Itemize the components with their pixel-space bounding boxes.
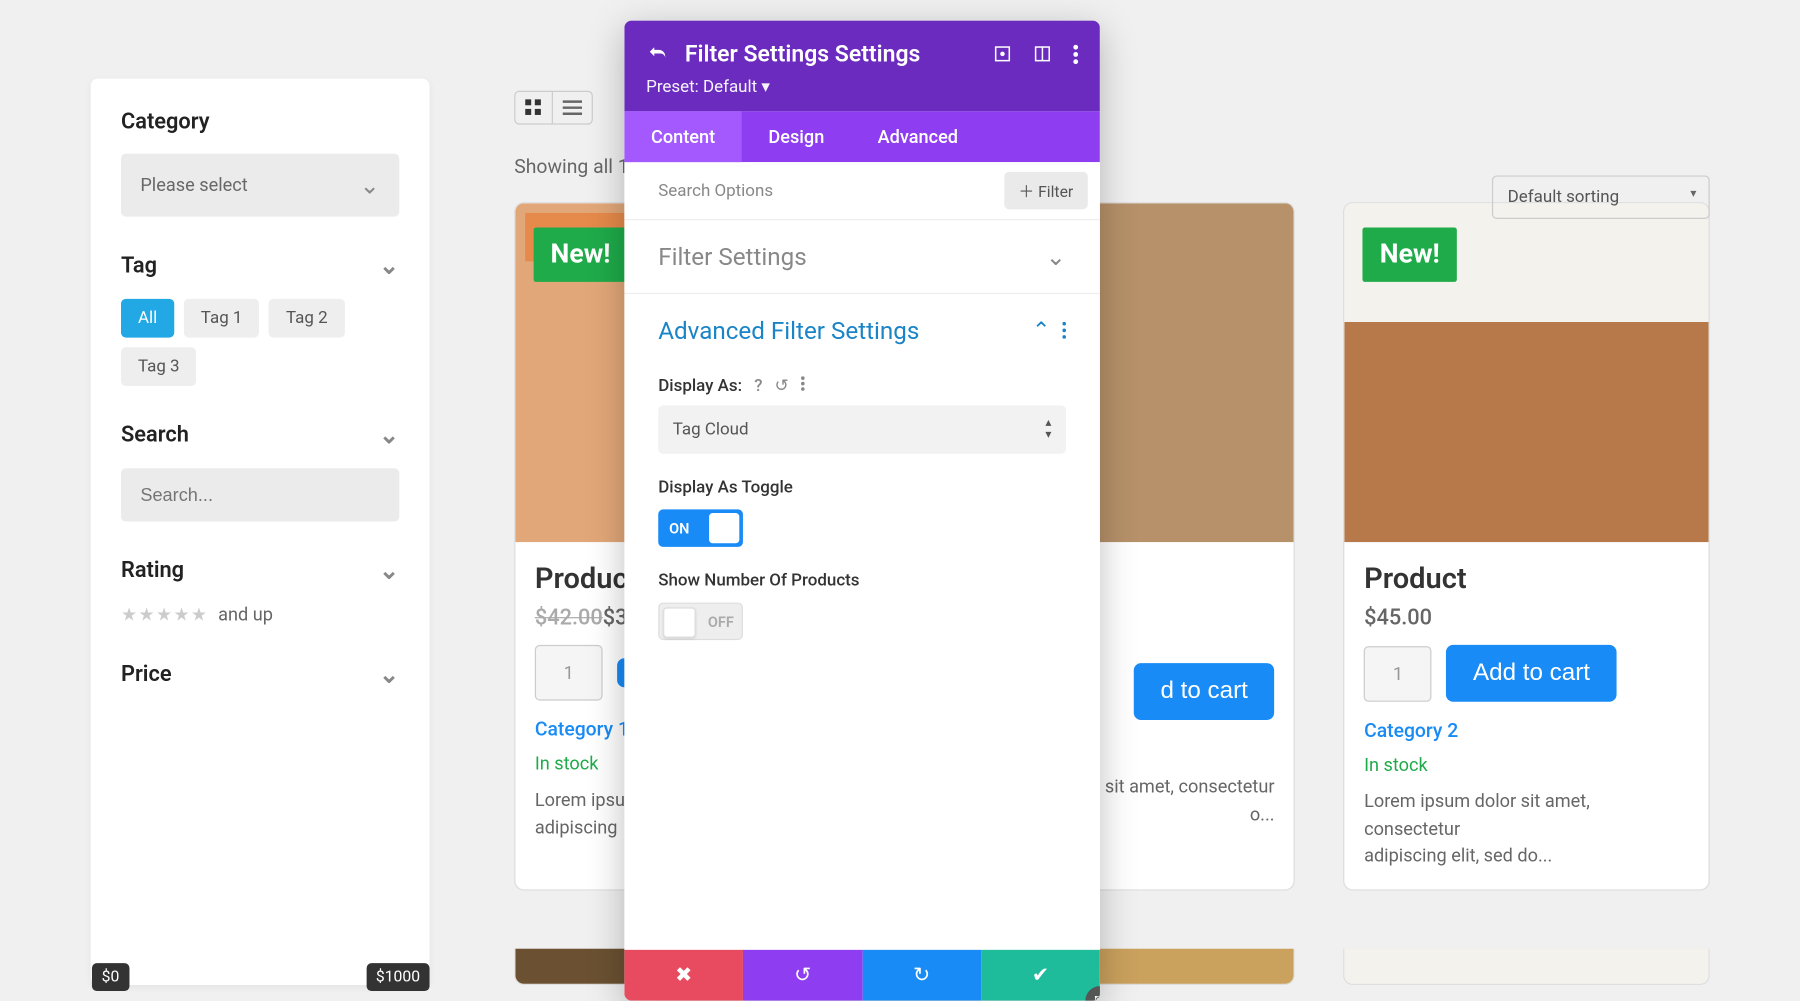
category-placeholder: Please select bbox=[140, 174, 247, 196]
list-icon bbox=[563, 99, 582, 116]
chevron-down-icon: ⌄ bbox=[379, 420, 399, 449]
price-slider[interactable]: $0 $1000 bbox=[92, 963, 430, 991]
more-icon[interactable] bbox=[1073, 44, 1078, 63]
tag-title: Tag bbox=[121, 252, 157, 277]
display-as-toggle[interactable]: ON bbox=[658, 509, 743, 547]
category-select[interactable]: Please select ⌄ bbox=[121, 154, 399, 217]
search-title: Search bbox=[121, 422, 189, 447]
tag-item-1[interactable]: Tag 1 bbox=[184, 299, 260, 338]
settings-modal: Filter Settings Settings Preset: Default… bbox=[624, 21, 1100, 1001]
chevron-down-icon: ⌄ bbox=[360, 171, 380, 200]
undo-button[interactable]: ↺ bbox=[743, 950, 862, 1001]
price-now: $45.00 bbox=[1364, 605, 1432, 630]
chevron-up-icon: ⌃ bbox=[1032, 318, 1050, 343]
modal-title: Filter Settings Settings bbox=[685, 40, 921, 68]
display-as-label: Display As: bbox=[658, 376, 742, 395]
rating-filter[interactable]: ★★★★★ and up bbox=[121, 604, 399, 626]
help-icon[interactable]: ? bbox=[754, 376, 762, 395]
section-advanced-label: Advanced Filter Settings bbox=[658, 316, 919, 345]
price-old: $42.00 bbox=[535, 605, 603, 630]
category-title: Category bbox=[121, 109, 210, 134]
sort-select[interactable]: Default sorting bbox=[1492, 175, 1710, 219]
price-title: Price bbox=[121, 661, 172, 686]
reset-icon[interactable]: ↺ bbox=[775, 376, 789, 395]
quantity-input[interactable]: 1 bbox=[1364, 646, 1432, 702]
list-view-button[interactable] bbox=[553, 92, 592, 123]
undo-icon[interactable] bbox=[646, 43, 668, 65]
display-toggle-label: Display As Toggle bbox=[658, 478, 793, 497]
product-description: Lorem ipsum dolor sit amet, consectetura… bbox=[1364, 788, 1689, 870]
view-toggle bbox=[514, 91, 593, 125]
search-box bbox=[121, 468, 399, 521]
columns-icon[interactable] bbox=[1033, 45, 1051, 63]
product-image: New! bbox=[1345, 203, 1709, 542]
price-heading[interactable]: Price ⌄ bbox=[121, 659, 399, 688]
display-as-value: Tag Cloud bbox=[673, 420, 749, 439]
tag-item-3[interactable]: Tag 3 bbox=[121, 347, 197, 386]
price-min-handle[interactable]: $0 bbox=[92, 963, 129, 991]
tag-heading[interactable]: Tag ⌄ bbox=[121, 250, 399, 279]
modal-tabs: Content Design Advanced bbox=[624, 111, 1100, 162]
updown-icon: ▴▾ bbox=[1045, 417, 1051, 441]
display-as-select[interactable]: Tag Cloud ▴▾ bbox=[658, 405, 1066, 453]
rating-heading[interactable]: Rating ⌄ bbox=[121, 555, 399, 584]
product-title: Product bbox=[1364, 561, 1689, 595]
save-button[interactable]: ✔ bbox=[981, 950, 1100, 1001]
grid-icon bbox=[525, 99, 542, 116]
category-heading: Category bbox=[121, 109, 399, 134]
sidebar: Category Please select ⌄ Tag ⌄ All Tag 1… bbox=[91, 79, 430, 985]
expand-icon[interactable] bbox=[993, 45, 1011, 63]
product-card-peek bbox=[1343, 948, 1709, 984]
add-to-cart-button[interactable]: d to cart bbox=[1134, 663, 1275, 720]
grid-view-button[interactable] bbox=[515, 92, 553, 123]
more-icon[interactable] bbox=[801, 376, 805, 391]
tag-item-2[interactable]: Tag 2 bbox=[269, 299, 345, 338]
tag-item-all[interactable]: All bbox=[121, 299, 174, 338]
chevron-down-icon: ⌄ bbox=[379, 555, 399, 584]
section-filter-label: Filter Settings bbox=[658, 242, 806, 271]
search-input[interactable] bbox=[140, 485, 381, 506]
cancel-button[interactable]: ✖ bbox=[624, 950, 743, 1001]
chevron-down-icon: ⌄ bbox=[379, 659, 399, 688]
product-category-link[interactable]: Category 2 bbox=[1364, 719, 1689, 742]
new-badge: New! bbox=[534, 227, 628, 281]
new-badge: New! bbox=[1363, 227, 1457, 281]
sort-label: Default sorting bbox=[1508, 188, 1620, 207]
chevron-down-icon: ⌄ bbox=[1046, 242, 1066, 271]
product-stock: In stock bbox=[1364, 754, 1689, 776]
add-to-cart-button[interactable]: Add to cart bbox=[1446, 645, 1616, 702]
tab-advanced[interactable]: Advanced bbox=[851, 111, 985, 162]
preset-selector[interactable]: Preset: Default ▾ bbox=[646, 77, 1078, 96]
tab-content[interactable]: Content bbox=[624, 111, 741, 162]
rating-title: Rating bbox=[121, 557, 184, 582]
search-options-label: Search Options bbox=[636, 181, 773, 200]
section-filter-settings[interactable]: Filter Settings ⌄ bbox=[624, 220, 1100, 293]
quantity-input[interactable]: 1 bbox=[535, 645, 603, 701]
show-number-label: Show Number Of Products bbox=[658, 571, 859, 590]
add-filter-button[interactable]: ＋ Filter bbox=[1004, 172, 1088, 210]
search-heading[interactable]: Search ⌄ bbox=[121, 420, 399, 449]
stars-icon: ★★★★★ bbox=[121, 604, 208, 626]
rating-suffix: and up bbox=[218, 604, 273, 626]
tab-design[interactable]: Design bbox=[742, 111, 851, 162]
more-icon[interactable] bbox=[1062, 322, 1066, 339]
product-card: New! Product $45.00 1 Add to cart Catego… bbox=[1343, 202, 1709, 890]
show-number-toggle[interactable]: OFF bbox=[658, 603, 743, 641]
chevron-down-icon: ⌄ bbox=[379, 250, 399, 279]
price-max-handle[interactable]: $1000 bbox=[366, 963, 430, 991]
redo-button[interactable]: ↻ bbox=[862, 950, 981, 1001]
results-count: Showing all 1 bbox=[514, 155, 628, 178]
tag-cloud: All Tag 1 Tag 2 Tag 3 bbox=[121, 299, 399, 386]
section-advanced-filter[interactable]: Advanced Filter Settings ⌃ bbox=[624, 293, 1100, 367]
